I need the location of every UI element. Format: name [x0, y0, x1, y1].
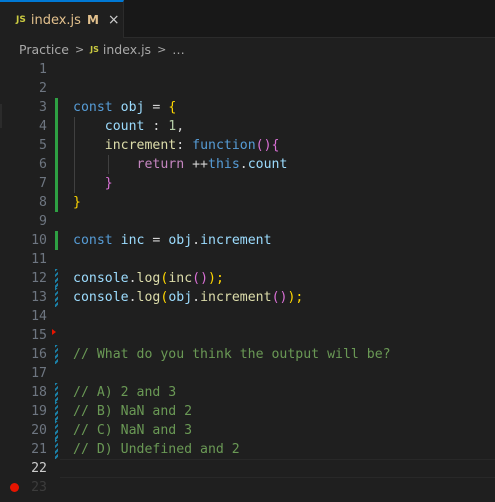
line-number: 21 — [31, 442, 47, 457]
tab-filename: index.js — [30, 12, 81, 28]
code-comment: // B) NaN and 2 — [73, 404, 193, 419]
line-number: 5 — [39, 138, 47, 153]
git-added-marker[interactable] — [55, 174, 58, 193]
git-added-marker[interactable] — [55, 136, 58, 155]
code-line: increment: function(){ — [104, 138, 280, 153]
line-number: 11 — [31, 252, 47, 267]
line-number: 8 — [39, 195, 47, 210]
code-editor[interactable]: 1 2 3 const obj = { 4 count : 1, 5 incre… — [0, 60, 495, 502]
breadcrumb-folder[interactable]: Practice — [19, 42, 69, 57]
breadcrumb-more[interactable]: … — [172, 42, 185, 57]
line-number: 2 — [39, 81, 47, 96]
breadcrumb: Practice > JS index.js > … — [19, 38, 185, 60]
code-line: } — [104, 176, 113, 191]
code-line: const obj = { — [73, 100, 177, 115]
git-added-marker[interactable] — [55, 98, 58, 117]
git-modified-marker[interactable] — [55, 345, 58, 364]
breadcrumb-file[interactable]: index.js — [103, 42, 151, 57]
code-comment: // D) Undefined and 2 — [73, 442, 240, 457]
git-modified-marker[interactable] — [55, 440, 58, 459]
code-line: console.log(inc()); — [73, 271, 224, 286]
line-number: 1 — [39, 62, 47, 77]
close-icon[interactable]: × — [108, 12, 120, 28]
git-modified-marker[interactable] — [55, 269, 58, 288]
git-modified-marker[interactable] — [55, 288, 58, 307]
js-file-icon: JS — [16, 15, 26, 25]
line-number: 18 — [31, 385, 47, 400]
git-added-marker[interactable] — [55, 117, 58, 136]
line-number: 3 — [39, 100, 47, 115]
git-added-marker[interactable] — [55, 193, 58, 212]
line-number-active: 22 — [31, 461, 47, 476]
line-number: 4 — [39, 119, 47, 134]
line-number: 12 — [31, 271, 47, 286]
tab-bar: JS index.js M × — [0, 0, 495, 38]
modified-indicator: M — [86, 13, 99, 27]
git-modified-marker[interactable] — [55, 402, 58, 421]
code-comment: // A) 2 and 3 — [73, 385, 177, 400]
line-number: 10 — [31, 233, 47, 248]
git-modified-marker[interactable] — [55, 383, 58, 402]
code-line: } — [73, 195, 81, 210]
line-number: 16 — [31, 347, 47, 362]
line-number: 17 — [31, 366, 47, 381]
line-number: 14 — [31, 309, 47, 324]
line-number: 13 — [31, 290, 47, 305]
chevron-right-icon: > — [74, 42, 85, 56]
line-number: 15 — [31, 328, 47, 343]
code-comment: // What do you think the output will be? — [73, 347, 391, 362]
line-number: 19 — [31, 404, 47, 419]
git-added-marker[interactable] — [55, 155, 58, 174]
code-line: const inc = obj.increment — [73, 233, 272, 248]
git-added-marker[interactable] — [55, 231, 58, 250]
tab-index-js[interactable]: JS index.js M × — [0, 0, 124, 38]
line-number: 6 — [39, 157, 47, 172]
code-line: return ++this.count — [136, 157, 288, 172]
line-number: 9 — [39, 214, 47, 229]
deleted-lines-marker[interactable] — [52, 329, 56, 335]
code-line: count : 1, — [104, 119, 185, 134]
line-number: 20 — [31, 423, 47, 438]
js-file-icon: JS — [90, 44, 99, 54]
line-number: 23 — [31, 480, 47, 495]
line-number: 7 — [39, 176, 47, 191]
chevron-right-icon: > — [157, 42, 167, 56]
git-modified-marker[interactable] — [55, 421, 58, 440]
code-comment: // C) NaN and 3 — [73, 423, 193, 438]
code-line: console.log(obj.increment()); — [73, 290, 304, 305]
